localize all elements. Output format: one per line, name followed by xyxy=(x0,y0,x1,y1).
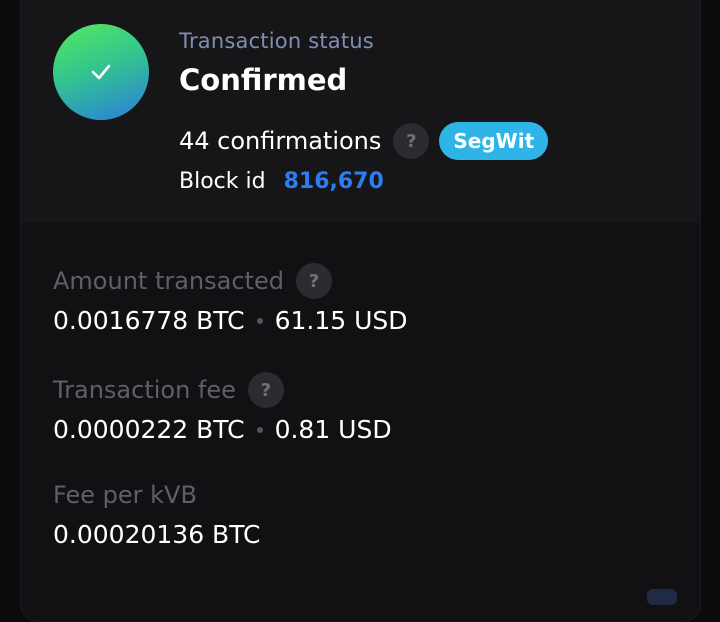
check-icon xyxy=(53,24,149,120)
transaction-fee-label: Transaction fee xyxy=(53,376,236,404)
confirmations-help-icon[interactable]: ? xyxy=(393,123,430,159)
status-label: Transaction status xyxy=(179,29,374,53)
amount-btc-value: 0.0016778 BTC xyxy=(53,306,245,335)
amount-usd-value: 61.15 USD xyxy=(274,306,408,335)
transaction-card: Transaction status Confirmed 44 confirma… xyxy=(20,0,701,622)
confirmations-row: 44 confirmations ? SegWit xyxy=(179,121,549,161)
separator-dot xyxy=(256,426,263,433)
fee-per-kvb-value: 0.00020136 BTC xyxy=(53,520,261,549)
amount-transacted: Amount transacted ? 0.0016778 BTC 61.15 … xyxy=(53,262,408,335)
fee-per-kvb-label: Fee per kVB xyxy=(53,481,197,509)
amount-help-icon[interactable]: ? xyxy=(295,263,332,299)
partial-element xyxy=(647,589,677,605)
block-id-row: Block id 816,670 xyxy=(179,169,384,194)
transaction-fee: Transaction fee ? 0.0000222 BTC 0.81 USD xyxy=(53,371,392,444)
fee-help-icon[interactable]: ? xyxy=(247,372,284,408)
fee-per-kvb: Fee per kVB 0.00020136 BTC xyxy=(53,476,260,549)
fee-btc-value: 0.0000222 BTC xyxy=(53,415,245,444)
confirmations-count: 44 confirmations xyxy=(179,127,382,155)
transaction-status-section: Transaction status Confirmed 44 confirma… xyxy=(21,0,700,222)
block-id-label: Block id xyxy=(179,169,266,194)
block-id-link[interactable]: 816,670 xyxy=(284,169,384,194)
separator-dot xyxy=(256,317,263,324)
status-value: Confirmed xyxy=(179,63,348,97)
amount-transacted-label: Amount transacted xyxy=(53,267,284,295)
fee-usd-value: 0.81 USD xyxy=(274,415,392,444)
segwit-badge: SegWit xyxy=(439,122,549,160)
